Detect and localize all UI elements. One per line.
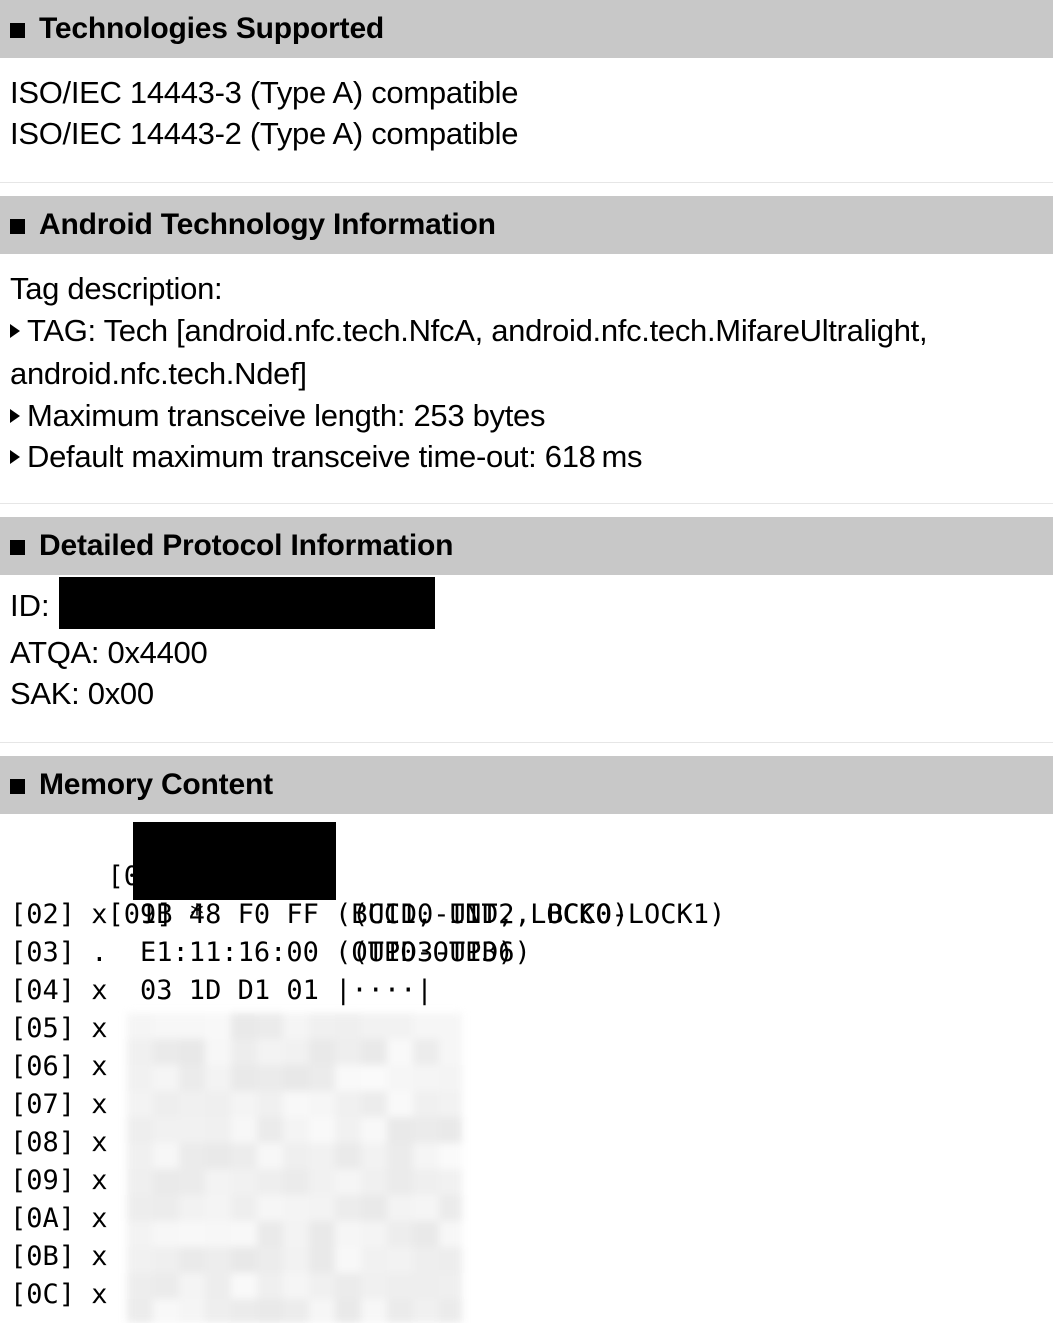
atqa-value: ATQA: 0x4400: [10, 635, 208, 670]
android-bullet-max-transceive-length-text: Maximum transceive length: 253 bytes: [27, 398, 546, 433]
section-gap-2: [0, 487, 1053, 503]
tag-id-redaction-bar: [59, 577, 435, 629]
section-gap-1: [0, 164, 1053, 182]
triangle-bullet-icon: [10, 324, 20, 338]
memory-row: [05] x: [10, 1013, 108, 1044]
section-title-android-technology-information: Android Technology Information: [39, 208, 496, 241]
memory-row: [01] * (UID3-UID6): [10, 858, 1053, 968]
triangle-bullet-icon: [10, 450, 20, 464]
memory-row: [08] x: [10, 1127, 108, 1158]
sak-value: SAK: 0x00: [10, 676, 154, 711]
section-title-memory-content: Memory Content: [39, 768, 273, 801]
tag-description-label: Tag description:: [10, 271, 223, 306]
section-body-technologies-supported: ISO/IEC 14443-3 (Type A) compatible ISO/…: [0, 58, 1053, 164]
nfc-tag-info-page: Technologies Supported ISO/IEC 14443-3 (…: [0, 0, 1053, 1323]
android-bullet-tag-tech-text: TAG: Tech [android.nfc.tech.NfcA, androi…: [10, 313, 928, 391]
memory-row: [03] . E1:11:16:00 (OTP0-OTP3): [10, 937, 514, 968]
section-header-technologies-supported: Technologies Supported: [0, 0, 1053, 58]
memory-row: [0A] x: [10, 1203, 108, 1234]
memory-dump: [00] * (UID0-UID2, BCC0) [01] * (UID3-UI…: [0, 814, 1053, 1323]
section-header-detailed-protocol-information: Detailed Protocol Information: [0, 517, 1053, 575]
section-gap-3: [0, 724, 1053, 742]
section-gap-2b: [0, 504, 1053, 517]
triangle-bullet-icon: [10, 409, 20, 423]
square-bullet-icon: [10, 22, 25, 38]
section-header-android-technology-information: Android Technology Information: [0, 196, 1053, 254]
tech-line-1: ISO/IEC 14443-3 (Type A) compatible: [10, 75, 519, 110]
section-gap-3b: [0, 743, 1053, 756]
memory-row: [07] x: [10, 1089, 108, 1120]
square-bullet-icon: [10, 778, 25, 794]
memory-row: [04] x 03 1D D1 01 |····|: [10, 975, 433, 1006]
section-body-detailed-protocol-information: ID: ATQA: 0x4400 SAK: 0x00: [0, 575, 1053, 724]
square-bullet-icon: [10, 218, 25, 234]
square-bullet-icon: [10, 539, 25, 555]
memory-row: [09] x: [10, 1165, 108, 1196]
android-bullet-tag-tech: TAG: Tech [android.nfc.tech.NfcA, androi…: [10, 309, 1043, 395]
memory-row: [00] * (UID0-UID2, BCC0): [10, 820, 1053, 930]
section-body-android-technology-information: Tag description: TAG: Tech [android.nfc.…: [0, 254, 1053, 487]
section-title-technologies-supported: Technologies Supported: [39, 12, 385, 45]
memory-row: [0B] x: [10, 1241, 108, 1272]
section-title-detailed-protocol-information: Detailed Protocol Information: [39, 529, 454, 562]
android-bullet-default-timeout-text: Default maximum transceive time-out: 618…: [27, 439, 643, 474]
section-header-memory-content: Memory Content: [0, 756, 1053, 814]
tech-line-2: ISO/IEC 14443-2 (Type A) compatible: [10, 116, 519, 151]
memory-row: [02] x 9B 48 F0 FF (BCC1, INT, LOCK0-LOC…: [10, 899, 726, 930]
memory-row: [06] x: [10, 1051, 108, 1082]
tag-id-row: ID:: [10, 577, 1043, 632]
tag-id-label: ID:: [10, 588, 50, 623]
memory-row: [0C] x: [10, 1279, 108, 1310]
section-gap-1b: [0, 183, 1053, 196]
android-bullet-default-timeout: Default maximum transceive time-out: 618…: [10, 436, 1043, 477]
android-bullet-max-transceive-length: Maximum transceive length: 253 bytes: [10, 395, 1043, 436]
